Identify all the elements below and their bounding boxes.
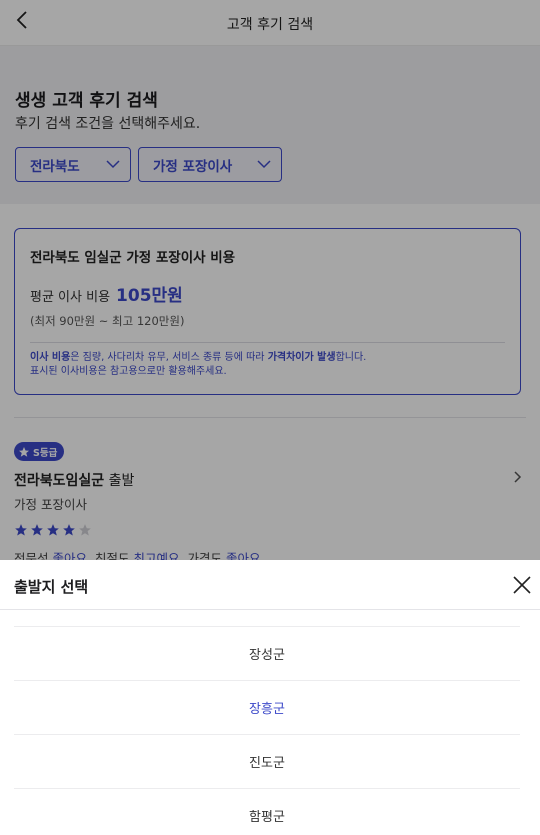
departure-option[interactable]: 장성군 [14, 626, 520, 680]
departure-option[interactable]: 함평군 [14, 788, 520, 835]
bottom-sheet-title: 출발지 선택 [14, 578, 89, 596]
bottom-sheet-header: 출발지 선택 [0, 560, 540, 610]
close-icon[interactable] [510, 573, 534, 597]
departure-option[interactable]: 장흥군 [14, 680, 520, 734]
bottom-sheet: 출발지 선택 장성군 장흥군 진도군 함평군 [0, 560, 540, 835]
departure-option[interactable]: 진도군 [14, 734, 520, 788]
departure-list: 장성군 장흥군 진도군 함평군 [14, 626, 520, 835]
